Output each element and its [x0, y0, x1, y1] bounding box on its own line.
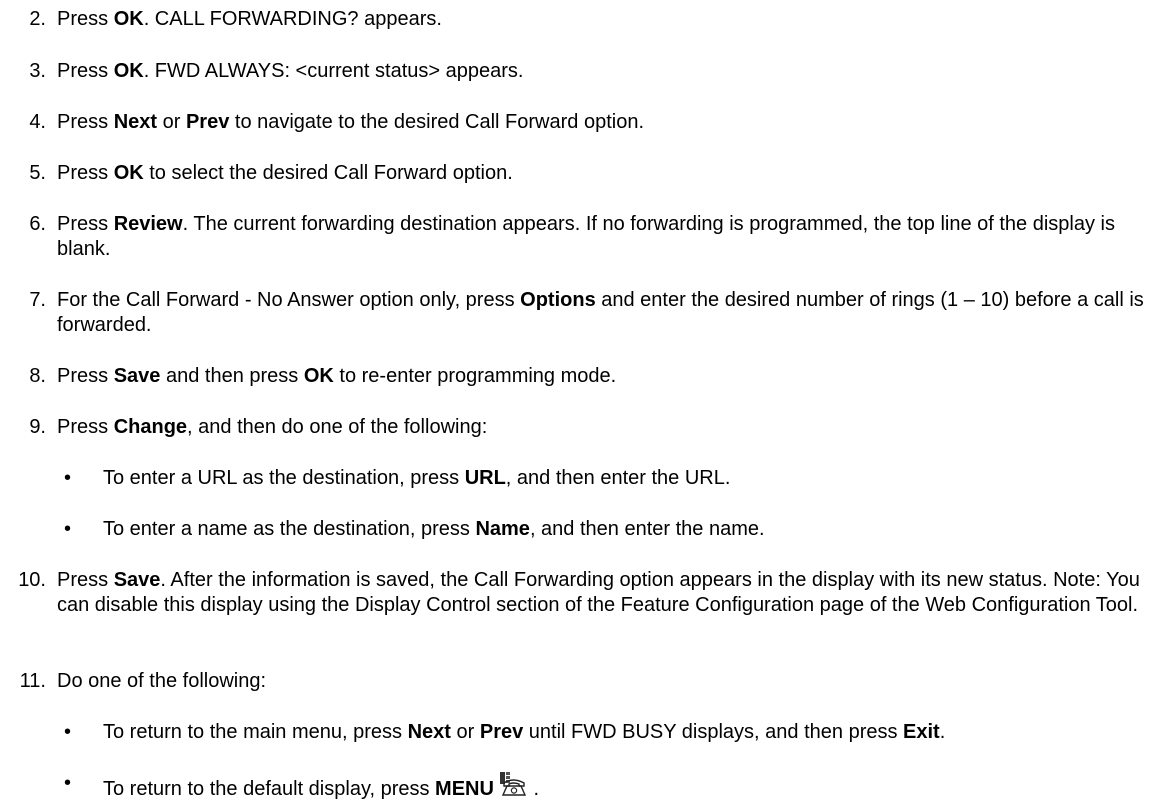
step-number: 3. — [29, 60, 46, 82]
menu-phone-icon — [499, 772, 526, 796]
bold-keyword: URL — [464, 467, 506, 489]
step-text: Press Save and then press OK to re-enter… — [57, 365, 617, 387]
bold-keyword: OK — [303, 365, 334, 387]
step-number: 9. — [29, 416, 46, 438]
step-number: 7. — [29, 289, 46, 311]
bold-keyword: OK — [113, 60, 144, 82]
bold-keyword: Save — [113, 365, 161, 387]
bullet-text: To return to the default display, press … — [103, 771, 1160, 802]
step-text: Press OK. FWD ALWAYS: <current status> a… — [57, 60, 524, 82]
step-number: 8. — [29, 365, 46, 387]
bold-keyword: Prev — [479, 721, 524, 743]
step-text: Press Save. After the information is sav… — [57, 569, 1140, 616]
bullet-text: To enter a name as the destination, pres… — [103, 518, 765, 540]
step-text: Press OK to select the desired Call Forw… — [57, 162, 513, 184]
bold-keyword: Options — [520, 289, 596, 311]
bold-keyword: MENU — [435, 778, 494, 800]
bold-keyword: Prev — [185, 111, 230, 133]
bold-keyword: OK — [113, 162, 144, 184]
step-text: Press OK. CALL FORWARDING? appears. — [57, 8, 442, 30]
step-text: Press Review. The current forwarding des… — [57, 213, 1115, 260]
bold-keyword: Review — [113, 213, 183, 235]
step-number: 10. — [18, 569, 46, 591]
bold-keyword: OK — [113, 8, 144, 30]
bullet-icon: • — [64, 772, 72, 794]
step-text: Press Change, and then do one of the fol… — [57, 416, 488, 438]
bold-keyword: Save — [113, 569, 161, 591]
bullet-icon: • — [64, 467, 72, 489]
bold-keyword: Next — [407, 721, 451, 743]
bullet-text: To return to the main menu, press Next o… — [103, 721, 946, 743]
step-number: 11. — [19, 670, 46, 692]
step-number: 5. — [29, 162, 46, 184]
step-number: 4. — [29, 111, 46, 133]
step-number: 6. — [29, 213, 46, 235]
step-text: For the Call Forward - No Answer option … — [57, 289, 1144, 336]
bold-keyword: Next — [113, 111, 158, 133]
step-text: Press Next or Prev to navigate to the de… — [57, 111, 645, 133]
bold-keyword: Name — [475, 518, 530, 540]
bullet-icon: • — [64, 518, 72, 540]
step-number: 2. — [29, 8, 46, 30]
bold-keyword: Change — [113, 416, 188, 438]
bullet-text: To enter a URL as the destination, press… — [103, 467, 731, 489]
step-text: Do one of the following: — [57, 670, 267, 692]
bullet-icon: • — [64, 721, 72, 743]
instruction-page: 2. Press OK. CALL FORWARDING? appears. 3… — [0, 0, 1163, 800]
bold-keyword: Exit — [903, 721, 940, 743]
